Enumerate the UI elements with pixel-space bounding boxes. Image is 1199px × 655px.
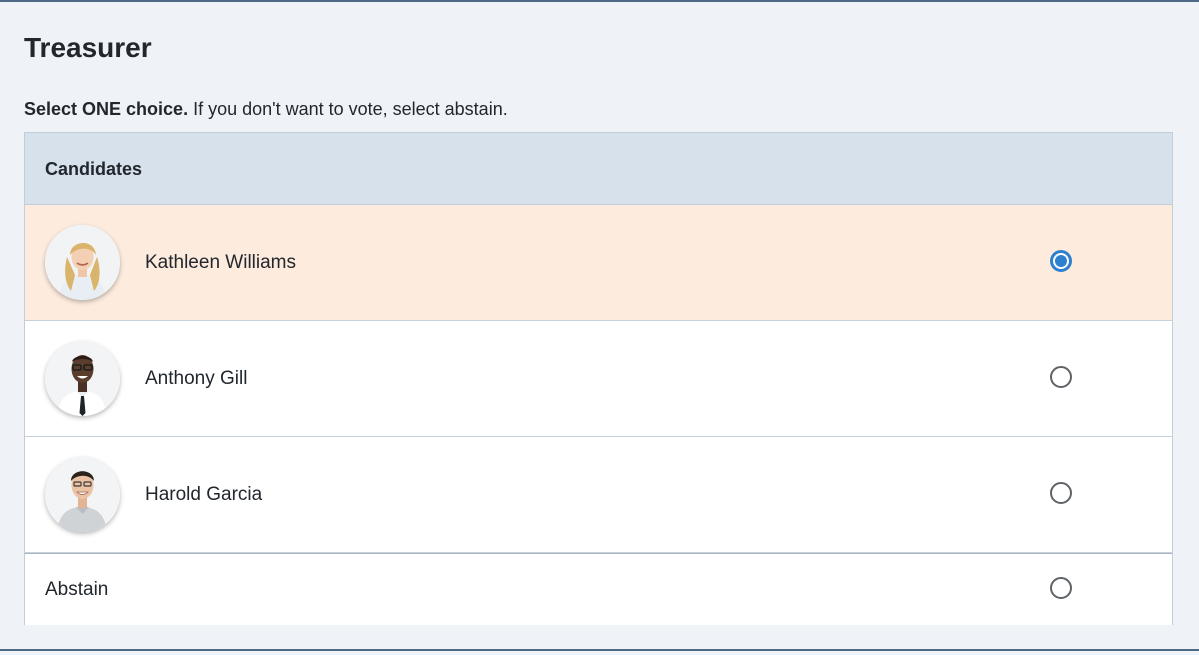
abstain-label: Abstain [45, 579, 109, 600]
abstain-row[interactable]: Abstain [25, 553, 1172, 625]
candidate-row-kathleen-williams[interactable]: Kathleen Williams [25, 205, 1172, 321]
candidate-name: Anthony Gill [145, 368, 248, 389]
candidates-table: Candidates Kathleen Williams Anthony Gil… [24, 132, 1173, 625]
candidate-name: Kathleen Williams [145, 252, 296, 273]
candidate-photo-image [45, 341, 120, 416]
radio-unselected[interactable] [1050, 366, 1072, 388]
top-border [0, 0, 1199, 2]
candidate-photo-image [45, 457, 120, 532]
contest-title: Treasurer [24, 32, 152, 63]
candidate-photo [45, 341, 120, 416]
candidate-row-anthony-gill[interactable]: Anthony Gill [25, 321, 1172, 437]
candidate-photo [45, 225, 120, 300]
column-header-candidates: Candidates [45, 159, 143, 179]
candidate-photo-image [45, 225, 120, 300]
radio-unselected[interactable] [1050, 482, 1072, 504]
instruction-text: If you don't want to vote, select abstai… [188, 99, 508, 119]
candidate-name: Harold Garcia [145, 484, 263, 505]
radio-unselected[interactable] [1050, 577, 1072, 599]
table-header: Candidates [25, 133, 1172, 205]
radio-selected[interactable] [1050, 250, 1072, 272]
instruction-emphasis: Select ONE choice. [24, 99, 189, 119]
bottom-border [0, 649, 1199, 651]
candidate-row-harold-garcia[interactable]: Harold Garcia [25, 437, 1172, 553]
candidate-photo [45, 457, 120, 532]
voting-instructions: Select ONE choice. If you don't want to … [24, 97, 508, 121]
